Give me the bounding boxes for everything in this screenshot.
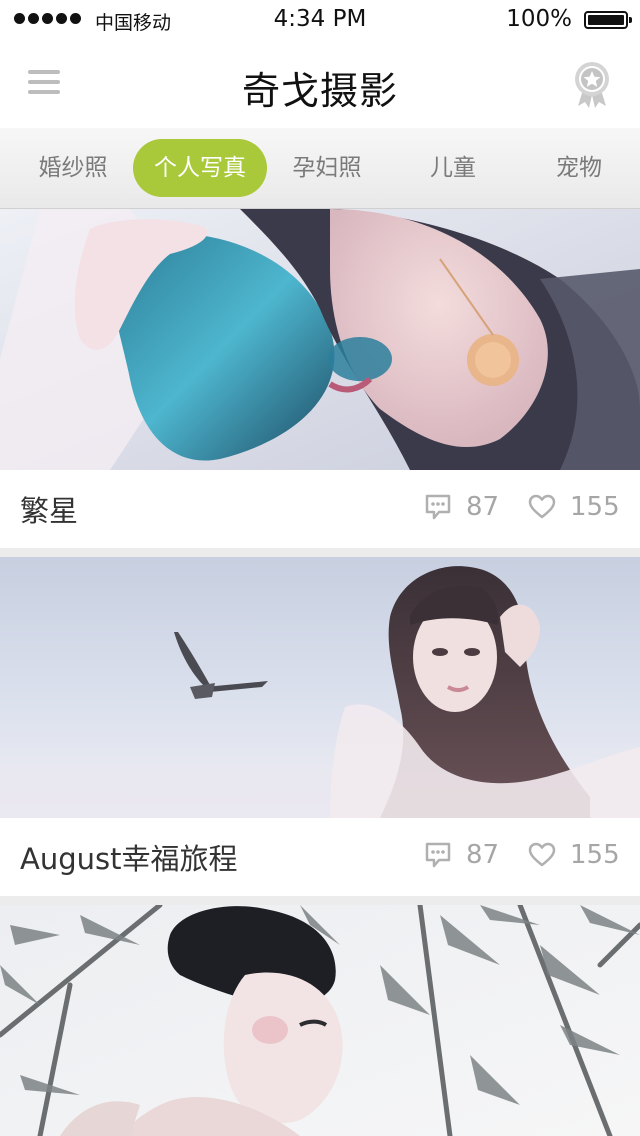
tab-wedding[interactable]: 婚纱照 (18, 139, 128, 197)
album-info-bar: 繁星 87 155 (0, 470, 640, 548)
like-count[interactable]: 155 (528, 840, 620, 870)
heart-icon (528, 494, 556, 519)
award-badge-icon[interactable] (572, 60, 612, 110)
album-photo[interactable] (0, 905, 640, 1136)
comment-icon (425, 494, 451, 520)
nav-bar: 奇戈摄影 (0, 40, 640, 129)
album-title: August幸福旅程 (20, 842, 238, 876)
tab-personal-portrait[interactable]: 个人写真 (133, 139, 267, 197)
like-count[interactable]: 155 (528, 492, 620, 522)
battery-percentage: 100% (506, 6, 572, 32)
album-photo[interactable] (0, 209, 640, 470)
comment-icon (425, 842, 451, 868)
page-title: 奇戈摄影 (241, 69, 398, 113)
tab-children[interactable]: 儿童 (398, 139, 508, 197)
battery-icon (584, 11, 632, 29)
status-bar: 中国移动 4:34 PM 100% (0, 0, 640, 40)
feed-card[interactable]: 繁星 87 155 (0, 209, 640, 548)
comment-count[interactable]: 87 (424, 840, 499, 870)
album-photo[interactable] (0, 557, 640, 818)
album-title: 繁星 (20, 494, 79, 528)
heart-icon (528, 842, 556, 867)
tab-maternity[interactable]: 孕妇照 (272, 139, 382, 197)
category-tabs: 婚纱照 个人写真 孕妇照 儿童 宠物 (0, 128, 640, 209)
comment-count[interactable]: 87 (424, 492, 499, 522)
tab-pets[interactable]: 宠物 (524, 139, 634, 197)
album-info-bar: August幸福旅程 87 155 (0, 818, 640, 896)
feed-card[interactable]: August幸福旅程 87 155 (0, 557, 640, 896)
feed-card[interactable] (0, 905, 640, 1136)
